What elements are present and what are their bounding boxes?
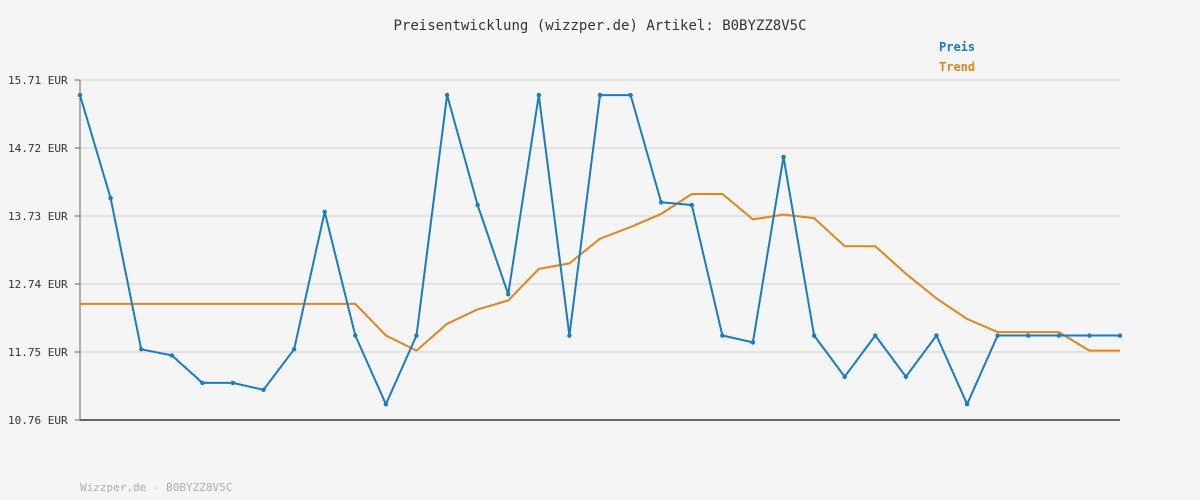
data-point-preis [444, 92, 450, 98]
data-point-preis [322, 209, 327, 215]
grid-lines [80, 79, 1120, 353]
y-tick-label: 13.73 EUR [8, 210, 68, 223]
data-point-preis [873, 333, 878, 338]
y-tick-label: 11.75 EUR [8, 346, 68, 359]
data-point-preis [77, 92, 83, 98]
data-point-preis [169, 353, 174, 358]
data-point-preis [995, 333, 1000, 338]
data-point-preis [383, 402, 389, 407]
axes [79, 80, 1120, 421]
data-point-preis [1056, 333, 1062, 338]
data-point-preis [628, 92, 633, 98]
data-point-preis [567, 333, 572, 338]
data-point-preis [903, 374, 909, 379]
data-point-preis [261, 387, 266, 392]
footer-watermark: Wizzper.de - B0BYZZ8V5C [80, 481, 233, 494]
data-point-preis [1117, 333, 1123, 338]
data-point-preis [750, 340, 756, 345]
data-point-preis [230, 380, 236, 386]
data-point-preis [934, 333, 939, 338]
data-point-preis [200, 380, 205, 386]
data-point-preis [536, 92, 542, 98]
data-point-preis [108, 195, 113, 201]
data-point-preis [1026, 333, 1031, 338]
price-chart: 15.71 EUR 14.72 EUR 13.73 EUR 12.74 EUR 11.7… [8, 74, 1123, 427]
series-trend [80, 193, 1120, 352]
y-axis-ticks: 15.71 EUR 14.72 EUR 13.73 EUR 12.74 EUR 11.7… [8, 74, 80, 427]
data-point-preis [720, 333, 725, 338]
data-point-preis [689, 202, 694, 208]
data-point-preis [597, 92, 603, 98]
data-point-preis [1087, 333, 1092, 338]
data-point-preis [506, 292, 511, 297]
data-point-preis [475, 202, 480, 208]
series-preis [77, 92, 1123, 407]
data-point-preis [138, 347, 144, 352]
data-point-preis [964, 402, 970, 407]
data-point-preis [353, 333, 358, 338]
y-tick-label: 15.71 EUR [8, 74, 68, 87]
data-point-preis [414, 333, 419, 338]
data-point-preis [291, 347, 297, 352]
data-point-preis [658, 200, 664, 205]
data-point-preis [811, 333, 817, 338]
data-point-preis [781, 154, 786, 160]
y-tick-label: 10.76 EUR [8, 414, 68, 427]
data-point-preis [842, 374, 847, 379]
series-line-preis [79, 94, 1120, 406]
series-line-trend [80, 193, 1120, 352]
y-tick-label: 12.74 EUR [8, 278, 68, 291]
y-tick-label: 14.72 EUR [8, 142, 68, 155]
